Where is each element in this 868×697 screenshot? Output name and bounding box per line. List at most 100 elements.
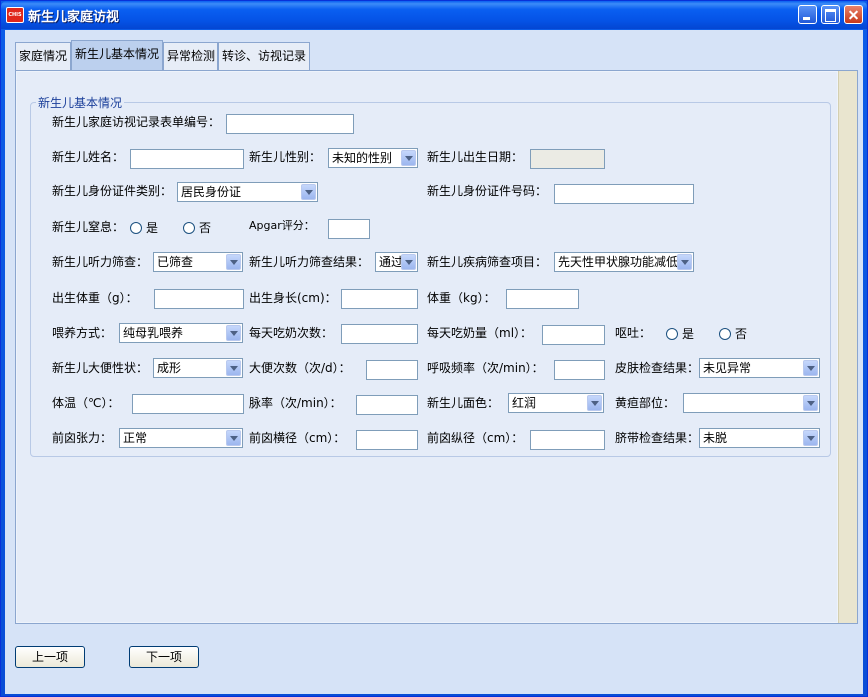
minimize-button[interactable] [798, 5, 817, 24]
tab-family-info[interactable]: 家庭情况 [15, 42, 71, 70]
chevron-down-icon [226, 430, 241, 446]
chevron-down-icon [803, 430, 818, 446]
hearing-label: 新生儿听力筛查： [52, 255, 149, 269]
chevron-down-icon [803, 395, 818, 411]
app-window: CHIS 新生儿家庭访视 家庭情况 新生儿基本情况 异常检测 转诊、访视记录 新… [0, 0, 868, 697]
umbilical-select[interactable]: 未脱 [699, 428, 820, 448]
milk-per-day-label: 每天吃奶量（ml）： [427, 326, 533, 340]
id-type-select[interactable]: 居民身份证 [177, 182, 318, 202]
feeding-select[interactable]: 纯母乳喂养 [119, 323, 243, 343]
disease-screen-value: 先天性甲状腺功能减低 [558, 255, 679, 269]
vomit-yes-radio[interactable] [666, 328, 678, 340]
disease-screen-select[interactable]: 先天性甲状腺功能减低 [554, 252, 694, 272]
chevron-down-icon [226, 360, 241, 376]
fontanel-h-label: 前囟横径（cm）： [249, 431, 346, 445]
stool-times-label: 大便次数（次/d）： [249, 361, 351, 375]
complexion-label: 新生儿面色： [427, 396, 500, 410]
apgar-input[interactable] [328, 219, 370, 239]
temp-label: 体温（℃）： [52, 396, 120, 410]
birth-weight-label: 出生体重（g）： [52, 291, 138, 305]
tab-referral-visit[interactable]: 转诊、访视记录 [218, 42, 310, 70]
sex-value: 未知的性别 [332, 151, 393, 165]
record-no-input[interactable] [226, 114, 354, 134]
id-type-value: 居民身份证 [181, 185, 242, 199]
form-area: 新生儿基本情况 新生儿家庭访视记录表单编号： 新生儿姓名： 新生儿性别： 未知的… [17, 72, 837, 622]
skin-select[interactable]: 未见异常 [699, 358, 820, 378]
feeding-value: 纯母乳喂养 [123, 326, 184, 340]
milk-per-day-input[interactable] [542, 325, 605, 345]
fontanel-v-input[interactable] [530, 430, 605, 450]
record-no-label: 新生儿家庭访视记录表单编号： [52, 115, 221, 129]
fontanel-h-input[interactable] [356, 430, 418, 450]
chevron-down-icon [587, 395, 602, 411]
id-no-label: 新生儿身份证件号码： [427, 184, 548, 198]
birthdate-label: 新生儿出生日期： [427, 150, 524, 164]
complexion-select[interactable]: 红润 [508, 393, 604, 413]
vomit-no-label: 否 [735, 327, 748, 341]
vomit-no-radio[interactable] [719, 328, 731, 340]
birth-length-input[interactable] [341, 289, 418, 309]
sex-select[interactable]: 未知的性别 [328, 148, 418, 168]
pulse-input[interactable] [356, 395, 418, 415]
weight-label: 体重（kg）： [427, 291, 496, 305]
jaundice-label: 黄疸部位： [615, 396, 676, 410]
stool-select[interactable]: 成形 [153, 358, 243, 378]
hearing-result-select[interactable]: 通过 [375, 252, 418, 272]
feeds-per-day-label: 每天吃奶次数： [249, 326, 334, 340]
weight-input[interactable] [506, 289, 579, 309]
chevron-down-icon [301, 184, 316, 200]
stool-times-input[interactable] [366, 360, 418, 380]
tab-newborn-basic[interactable]: 新生儿基本情况 [71, 40, 163, 70]
asphyxia-yes-label: 是 [146, 221, 159, 235]
birth-weight-input[interactable] [154, 289, 244, 309]
apgar-label: Apgar评分： [249, 219, 315, 232]
sex-label: 新生儿性别： [249, 150, 322, 164]
asphyxia-no-label: 否 [199, 221, 212, 235]
next-button[interactable]: 下一项 [129, 646, 199, 668]
resp-label: 呼吸频率（次/min）： [427, 361, 544, 375]
title-bar[interactable]: CHIS 新生儿家庭访视 [1, 1, 867, 29]
fontanel-tension-value: 正常 [123, 431, 148, 445]
tab-panel: 新生儿基本情况 新生儿家庭访视记录表单编号： 新生儿姓名： 新生儿性别： 未知的… [15, 70, 858, 624]
umbilical-value: 未脱 [703, 431, 728, 445]
window-client: 家庭情况 新生儿基本情况 异常检测 转诊、访视记录 新生儿基本情况 新生儿家庭访… [5, 30, 863, 694]
resp-input[interactable] [554, 360, 605, 380]
feeding-label: 喂养方式： [52, 326, 113, 340]
asphyxia-yes-radio[interactable] [130, 222, 142, 234]
chevron-down-icon [226, 254, 241, 270]
chevron-down-icon [401, 150, 416, 166]
chevron-down-icon [226, 325, 241, 341]
stool-value: 成形 [157, 361, 182, 375]
close-button[interactable] [844, 5, 863, 24]
name-label: 新生儿姓名： [52, 150, 125, 164]
id-type-label: 新生儿身份证件类别： [52, 184, 173, 198]
fontanel-tension-select[interactable]: 正常 [119, 428, 243, 448]
prev-button[interactable]: 上一项 [15, 646, 85, 668]
app-logo-icon: CHIS [6, 7, 24, 23]
hearing-result-label: 新生儿听力筛查结果： [249, 255, 370, 269]
asphyxia-no-radio[interactable] [183, 222, 195, 234]
tab-abnormal-check[interactable]: 异常检测 [163, 42, 218, 70]
maximize-button[interactable] [821, 5, 840, 24]
hearing-value: 已筛查 [157, 255, 194, 269]
jaundice-select[interactable] [683, 393, 820, 413]
fontanel-v-label: 前囟纵径（cm）： [427, 431, 524, 445]
feeds-per-day-input[interactable] [341, 324, 418, 344]
skin-label: 皮肤检查结果： [615, 361, 700, 375]
birthdate-input[interactable] [530, 149, 605, 169]
id-no-input[interactable] [554, 184, 694, 204]
complexion-value: 红润 [512, 396, 537, 410]
chevron-down-icon [803, 360, 818, 376]
chevron-down-icon [401, 254, 416, 270]
skin-value: 未见异常 [703, 361, 752, 375]
temp-input[interactable] [132, 394, 244, 414]
birth-length-label: 出生身长(cm)： [249, 291, 337, 305]
chevron-down-icon [677, 254, 692, 270]
hearing-select[interactable]: 已筛查 [153, 252, 243, 272]
window-title: 新生儿家庭访视 [28, 10, 120, 25]
vertical-scrollbar[interactable] [838, 71, 857, 623]
asphyxia-label: 新生儿窒息： [52, 220, 125, 234]
hearing-result-value: 通过 [379, 255, 404, 269]
name-input[interactable] [130, 149, 244, 169]
pulse-label: 脉率（次/min）： [249, 396, 342, 410]
